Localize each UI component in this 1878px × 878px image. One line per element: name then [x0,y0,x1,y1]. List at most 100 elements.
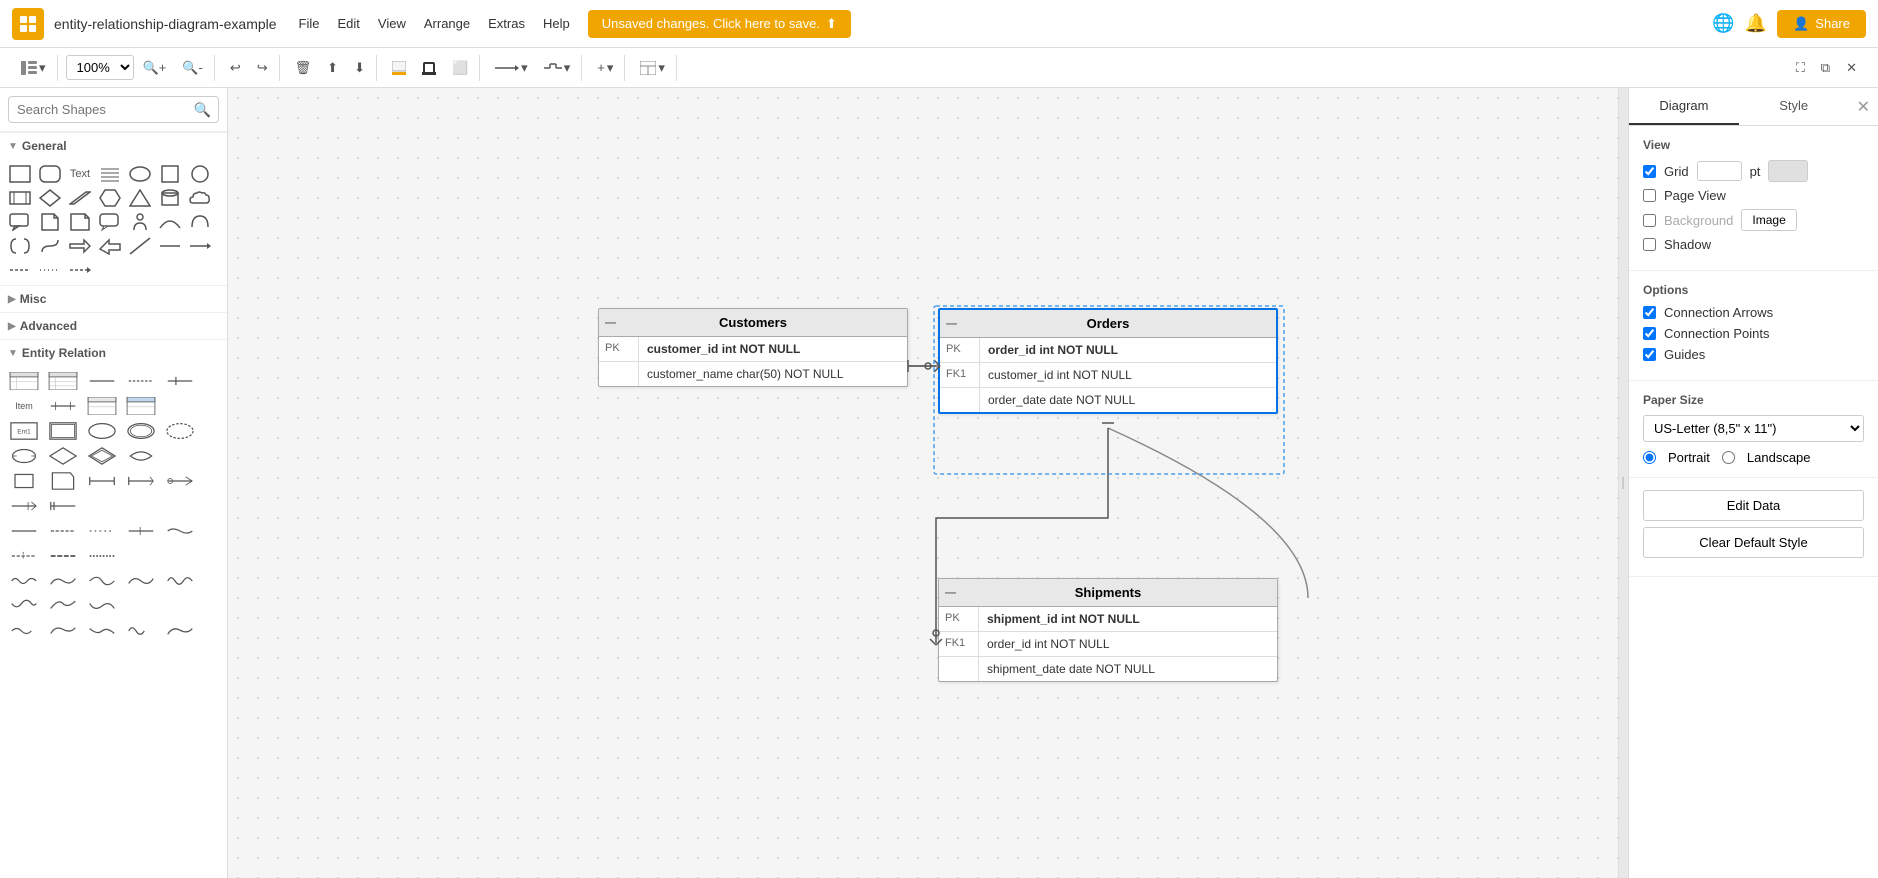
landscape-label[interactable]: Landscape [1747,450,1811,465]
er-wave-12[interactable] [123,620,159,642]
shape-triangle[interactable] [126,187,154,209]
orders-row-3[interactable]: order_date date NOT NULL [940,388,1276,412]
er-wave-1[interactable] [6,570,42,592]
shape-callout[interactable] [6,211,34,233]
shape-arrow[interactable] [66,235,94,257]
customers-collapse[interactable]: — [605,317,616,329]
shape-lines[interactable] [96,163,124,185]
sidebar-toggle-btn[interactable]: ▾ [14,55,53,81]
table-btn[interactable]: ▾ [633,55,672,81]
er-entity-1[interactable]: Ent1 [6,420,42,442]
shape-ellipse[interactable] [126,163,154,185]
shape-doc[interactable] [36,211,64,233]
shape-diamond[interactable] [36,187,64,209]
er-line-12[interactable] [84,545,120,567]
shape-speech[interactable] [96,211,124,233]
share-button[interactable]: 👤 Share [1777,10,1866,38]
er-rel-1[interactable] [6,445,42,467]
connection-arrows-checkbox[interactable] [1643,306,1656,319]
orders-row-2[interactable]: FK1 customer_id int NOT NULL [940,363,1276,388]
shipments-row-2[interactable]: FK1 order_id int NOT NULL [939,632,1277,657]
to-front-btn[interactable]: ⬆ [320,55,345,81]
canvas[interactable]: — Customers PK customer_id int NOT NULL … [228,88,1618,878]
shape-line-h[interactable] [156,235,184,257]
er-line-5[interactable] [6,520,42,542]
tab-style[interactable]: Style [1739,88,1849,125]
portrait-label[interactable]: Portrait [1668,450,1710,465]
paper-size-select[interactable]: US-Letter (8,5" x 11") A4 (210 x 297mm) … [1643,415,1864,442]
portrait-radio[interactable] [1643,451,1656,464]
shape-parallelogram[interactable] [66,187,94,209]
customers-table[interactable]: — Customers PK customer_id int NOT NULL … [598,308,908,387]
er-table-4[interactable] [123,395,159,417]
customers-row-1[interactable]: PK customer_id int NOT NULL [599,337,907,362]
er-square-1[interactable] [6,470,42,492]
shape-dashed[interactable] [6,259,34,281]
background-checkbox[interactable] [1643,214,1656,227]
er-wave-13[interactable] [162,620,198,642]
edit-data-button[interactable]: Edit Data [1643,490,1864,521]
clear-default-style-button[interactable]: Clear Default Style [1643,527,1864,558]
er-wave-9[interactable] [6,620,42,642]
shipments-row-1[interactable]: PK shipment_id int NOT NULL [939,607,1277,632]
waypoint-btn[interactable]: ▾ [537,55,578,81]
shape-note[interactable] [66,211,94,233]
menu-edit[interactable]: Edit [330,12,368,35]
shape-rect[interactable] [6,163,34,185]
menu-arrange[interactable]: Arrange [416,12,478,35]
shape-line-diag[interactable] [126,235,154,257]
shadow-checkbox[interactable] [1643,238,1656,251]
er-table-2[interactable] [45,370,81,392]
er-wave-4[interactable] [123,570,159,592]
grid-pt-input[interactable]: 10 [1697,161,1742,181]
zoom-select[interactable]: 100%75%50%150%200% [66,55,134,80]
split-view-btn[interactable]: ⧉ [1814,55,1837,81]
panel-close-button[interactable]: ✕ [1849,88,1878,125]
grid-checkbox[interactable] [1643,165,1656,178]
shipments-collapse[interactable]: — [945,587,956,599]
er-line-3[interactable] [162,370,198,392]
canvas-grid[interactable]: — Customers PK customer_id int NOT NULL … [228,88,1618,878]
page-view-checkbox[interactable] [1643,189,1656,202]
shipments-row-3[interactable]: shipment_date date NOT NULL [939,657,1277,681]
notification-button[interactable]: 🔔 [1745,13,1767,34]
grid-color-swatch[interactable] [1768,160,1808,182]
shape-dotted[interactable] [36,259,64,281]
shape-text[interactable]: Text [66,163,94,185]
zoom-in-btn[interactable]: 🔍+ [136,55,174,81]
shape-arrow2[interactable] [96,235,124,257]
shape-cylinder[interactable] [156,187,184,209]
er-wave-7[interactable] [45,595,81,617]
er-attr-2[interactable] [123,420,159,442]
connection-points-checkbox[interactable] [1643,327,1656,340]
fullscreen-btn[interactable]: ⛶ [1789,55,1812,81]
er-diamond-2[interactable] [84,445,120,467]
er-table-1[interactable] [6,370,42,392]
er-wave-8[interactable] [84,595,120,617]
er-line-4[interactable] [45,395,81,417]
menu-help[interactable]: Help [535,12,578,35]
er-entity-2[interactable] [45,420,81,442]
menu-extras[interactable]: Extras [480,12,533,35]
redo-btn[interactable]: ↪ [250,55,275,81]
shipments-table[interactable]: — Shipments PK shipment_id int NOT NULL … [938,578,1278,682]
er-line-10[interactable] [6,545,42,567]
undo-btn[interactable]: ↩ [223,55,248,81]
shape-hexagon[interactable] [96,187,124,209]
grid-label[interactable]: Grid [1664,164,1689,179]
orders-collapse[interactable]: — [946,318,957,330]
connection-points-label[interactable]: Connection Points [1664,326,1770,341]
shape-rounded-rect[interactable] [36,163,64,185]
section-general[interactable]: ▼ General [0,132,227,159]
shape-person[interactable] [126,211,154,233]
close-panel-btn[interactable]: ✕ [1839,55,1864,81]
shape-cloud[interactable] [186,187,214,209]
orders-row-1[interactable]: PK order_id int NOT NULL [940,338,1276,363]
er-wave-5[interactable] [162,570,198,592]
orders-table[interactable]: — Orders PK order_id int NOT NULL FK1 cu… [938,308,1278,414]
save-button[interactable]: Unsaved changes. Click here to save. ⬆ [588,10,851,38]
er-wave-11[interactable] [84,620,120,642]
shadow-btn[interactable]: ⬜ [445,55,475,81]
search-input[interactable] [8,96,219,123]
zoom-out-btn[interactable]: 🔍- [175,55,210,81]
